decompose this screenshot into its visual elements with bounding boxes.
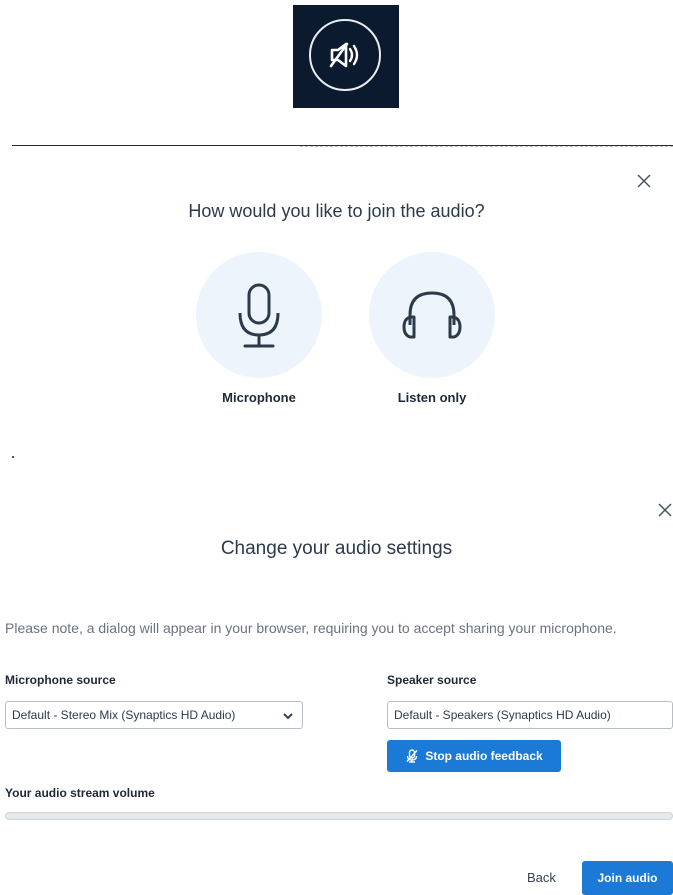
microphone-off-icon xyxy=(406,749,418,763)
divider-dots xyxy=(300,146,673,147)
stray-dot xyxy=(12,456,14,458)
chevron-down-icon xyxy=(283,713,293,720)
close-icon xyxy=(637,174,651,188)
microphone-option-label: Microphone xyxy=(222,390,296,405)
speaker-source-select[interactable]: Default - Speakers (Synaptics HD Audio) xyxy=(387,701,673,729)
mic-source-label: Microphone source xyxy=(5,673,116,687)
join-dialog-title: How would you like to join the audio? xyxy=(188,201,485,221)
close-join-dialog-button[interactable] xyxy=(634,171,654,191)
speaker-source-value: Default - Speakers (Synaptics HD Audio) xyxy=(394,708,611,722)
audio-volume-meter xyxy=(5,812,673,820)
join-audio-button[interactable]: Join audio xyxy=(582,861,673,895)
microphone-icon xyxy=(238,283,280,348)
close-settings-dialog-button[interactable] xyxy=(655,500,673,520)
speaker-muted-icon xyxy=(309,19,381,91)
microphone-option-circle[interactable] xyxy=(196,252,322,378)
speaker-source-label: Speaker source xyxy=(387,673,477,687)
browser-permission-note: Please note, a dialog will appear in you… xyxy=(5,620,617,636)
mic-source-value: Default - Stereo Mix (Synaptics HD Audio… xyxy=(12,708,236,722)
stop-audio-feedback-label: Stop audio feedback xyxy=(425,749,543,763)
microphone-option-button[interactable] xyxy=(196,252,322,378)
mic-source-select[interactable]: Default - Stereo Mix (Synaptics HD Audio… xyxy=(5,701,303,729)
listen-only-option-button[interactable] xyxy=(369,252,495,378)
settings-dialog-title: Change your audio settings xyxy=(220,538,453,559)
back-button[interactable]: Back xyxy=(527,870,556,885)
listen-only-option-label: Listen only xyxy=(397,390,467,405)
headphones-icon xyxy=(402,291,462,339)
stop-audio-feedback-button[interactable]: Stop audio feedback xyxy=(387,740,561,772)
mute-speaker-tile[interactable] xyxy=(293,5,399,108)
volume-label: Your audio stream volume xyxy=(5,786,155,800)
close-icon xyxy=(658,503,672,517)
listen-only-option-circle[interactable] xyxy=(369,252,495,378)
